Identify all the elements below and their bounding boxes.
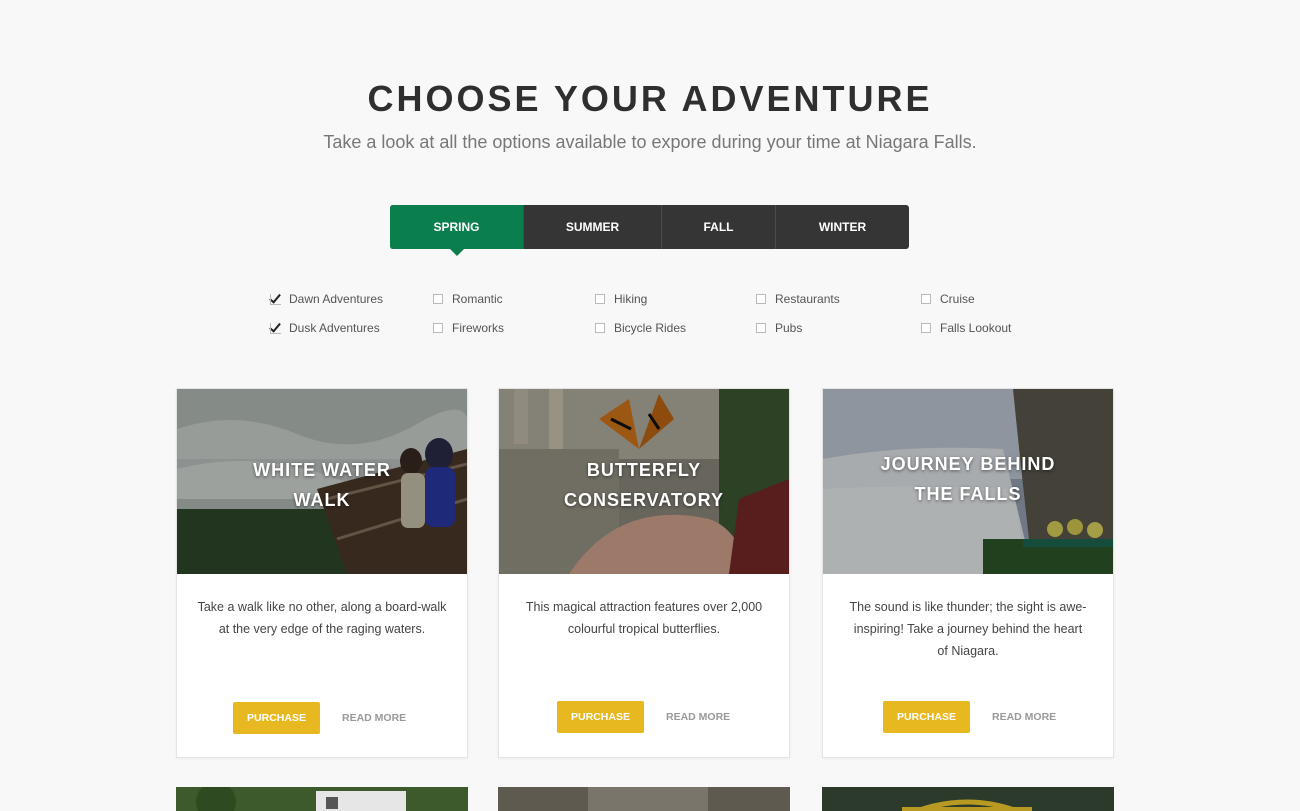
card-title: BUTTERFLY CONSERVATORY bbox=[563, 460, 725, 510]
checkbox-icon[interactable] bbox=[921, 294, 931, 304]
checkbox-icon[interactable] bbox=[595, 323, 605, 333]
filter-label: Hiking bbox=[614, 292, 648, 306]
filter-dawn-adventures[interactable]: Dawn Adventures bbox=[270, 292, 383, 306]
read-more-link[interactable]: READ MORE bbox=[342, 702, 406, 734]
activity-card-image-partial[interactable] bbox=[176, 787, 468, 811]
tab-spring[interactable]: SPRING bbox=[390, 205, 524, 256]
tab-fall[interactable]: FALL bbox=[662, 205, 776, 249]
filter-label: Dusk Adventures bbox=[289, 321, 380, 335]
checkbox-icon[interactable] bbox=[433, 294, 443, 304]
checkbox-icon[interactable] bbox=[756, 323, 766, 333]
filter-bicycle-rides[interactable]: Bicycle Rides bbox=[595, 321, 686, 335]
read-more-link[interactable]: READ MORE bbox=[992, 701, 1056, 733]
activity-card-white-water-walk: WHITE WATER WALK Take a walk like no oth… bbox=[176, 388, 468, 758]
filter-romantic[interactable]: Romantic bbox=[433, 292, 503, 306]
card-image[interactable]: BUTTERFLY CONSERVATORY bbox=[499, 389, 789, 574]
filter-label: Bicycle Rides bbox=[614, 321, 687, 335]
activity-card-journey-behind-the-falls: JOURNEY BEHIND THE FALLS The sound is li… bbox=[822, 388, 1114, 758]
checkbox-checked-icon[interactable] bbox=[270, 294, 281, 305]
purchase-button[interactable]: PURCHASE bbox=[557, 701, 644, 733]
activity-card-image-partial[interactable] bbox=[822, 787, 1114, 811]
filter-falls-lookout[interactable]: Falls Lookout bbox=[921, 321, 1011, 335]
filter-checkboxes: Dawn Adventures Dusk Adventures Romantic… bbox=[270, 290, 1050, 350]
card-description: The sound is like thunder; the sight is … bbox=[849, 600, 1087, 658]
season-tabs: SPRING SUMMER FALL WINTER bbox=[390, 205, 909, 256]
filter-label: Cruise bbox=[940, 292, 975, 306]
filter-label: Fireworks bbox=[452, 321, 505, 335]
filter-label: Romantic bbox=[452, 292, 503, 306]
card-image[interactable]: JOURNEY BEHIND THE FALLS bbox=[823, 389, 1113, 574]
filter-label: Dawn Adventures bbox=[289, 292, 384, 306]
tab-summer[interactable]: SUMMER bbox=[524, 205, 662, 249]
bridge-photo bbox=[822, 787, 1114, 811]
card-title: WHITE WATER WALK bbox=[253, 460, 391, 510]
trees-photo bbox=[176, 787, 468, 811]
filter-cruise[interactable]: Cruise bbox=[921, 292, 975, 306]
page-subtitle: Take a look at all the options available… bbox=[323, 132, 977, 152]
card-description: This magical attraction features over 2,… bbox=[525, 600, 763, 636]
filter-label: Pubs bbox=[775, 321, 803, 335]
card-description: Take a walk like no other, along a board… bbox=[197, 600, 447, 636]
checkbox-icon[interactable] bbox=[921, 323, 931, 333]
activity-card-butterfly-conservatory: BUTTERFLY CONSERVATORY This magical attr… bbox=[498, 388, 790, 758]
card-title: JOURNEY BEHIND THE FALLS bbox=[880, 454, 1056, 504]
checkbox-icon[interactable] bbox=[433, 323, 443, 333]
rock-photo bbox=[498, 787, 790, 811]
checkbox-checked-icon[interactable] bbox=[270, 323, 281, 334]
page-title: CHOOSE YOUR ADVENTURE bbox=[367, 78, 933, 119]
checkbox-icon[interactable] bbox=[595, 294, 605, 304]
filter-hiking[interactable]: Hiking bbox=[595, 292, 647, 306]
checkbox-icon[interactable] bbox=[756, 294, 766, 304]
read-more-link[interactable]: READ MORE bbox=[666, 701, 730, 733]
purchase-button[interactable]: PURCHASE bbox=[233, 702, 320, 734]
tab-winter[interactable]: WINTER bbox=[776, 205, 909, 249]
filter-fireworks[interactable]: Fireworks bbox=[433, 321, 504, 335]
filter-label: Falls Lookout bbox=[940, 321, 1012, 335]
filter-pubs[interactable]: Pubs bbox=[756, 321, 802, 335]
card-image[interactable]: WHITE WATER WALK bbox=[177, 389, 467, 574]
purchase-button[interactable]: PURCHASE bbox=[883, 701, 970, 733]
filter-restaurants[interactable]: Restaurants bbox=[756, 292, 840, 306]
activity-card-image-partial[interactable] bbox=[498, 787, 790, 811]
filter-dusk-adventures[interactable]: Dusk Adventures bbox=[270, 321, 380, 335]
filter-label: Restaurants bbox=[775, 292, 840, 306]
